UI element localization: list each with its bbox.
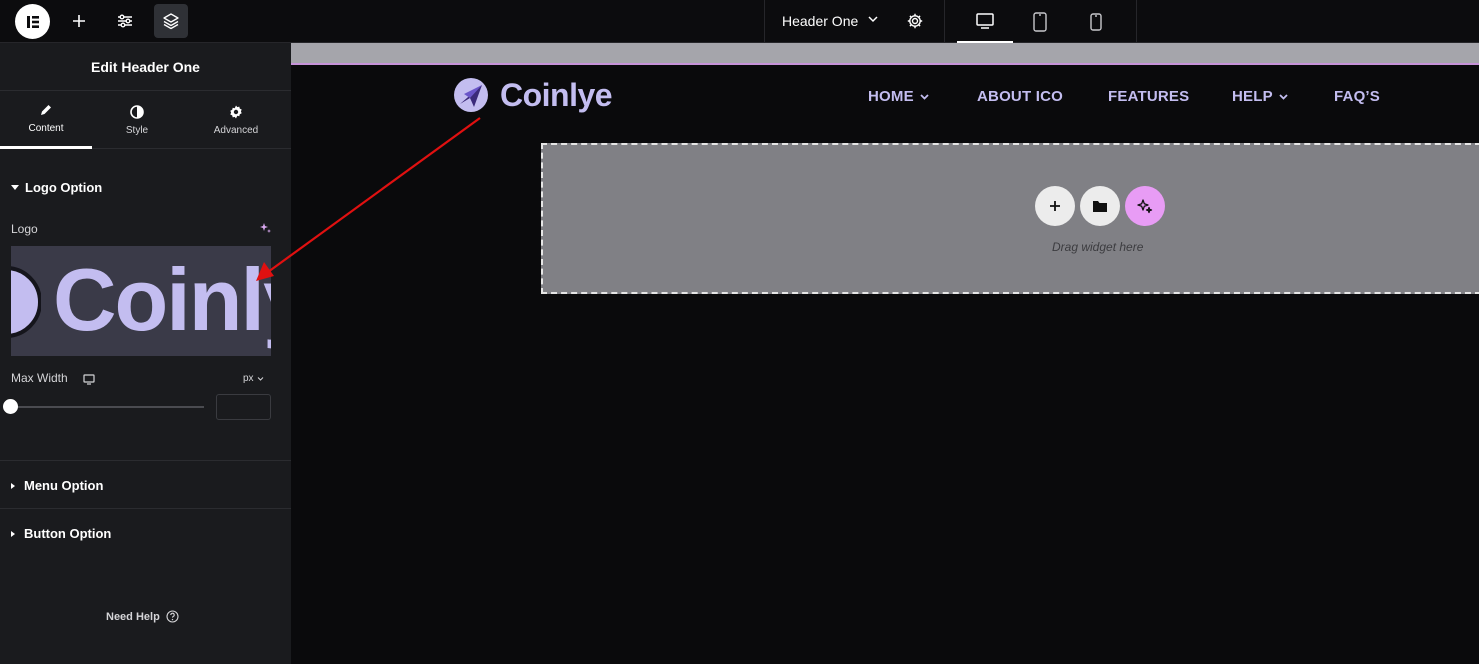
widget-drop-zone[interactable] <box>541 143 1479 294</box>
max-width-input[interactable] <box>216 394 271 420</box>
panel-title: Edit Header One <box>0 43 291 91</box>
canvas-top-strip <box>291 43 1479 63</box>
section-heading: Menu Option <box>24 478 104 493</box>
chevron-down-icon <box>1279 94 1288 100</box>
nav-item-about-ico[interactable]: ABOUT ICO <box>977 88 1063 105</box>
section-heading: Logo Option <box>25 180 103 195</box>
tab-style[interactable]: Style <box>92 91 182 149</box>
need-help-link[interactable]: Need Help <box>106 610 179 623</box>
ai-sparkle-icon[interactable] <box>259 222 272 240</box>
unit-label: px <box>243 373 254 384</box>
nav-item-features[interactable]: FEATURES <box>1108 88 1189 105</box>
section-divider <box>0 460 291 461</box>
need-help-label: Need Help <box>106 610 160 623</box>
add-template-button[interactable] <box>1080 186 1120 226</box>
unit-selector[interactable]: px <box>243 373 264 384</box>
nav-label: HELP <box>1232 88 1273 105</box>
add-element-icon[interactable] <box>62 4 96 38</box>
logo-mark-icon <box>11 266 41 338</box>
nav-label: FAQ’S <box>1334 88 1381 105</box>
site-brand-logo[interactable]: Coinlye <box>452 76 613 114</box>
elementor-logo-icon[interactable] <box>15 4 50 39</box>
chevron-down-icon <box>257 377 263 381</box>
tab-label: Advanced <box>213 124 259 136</box>
logo-image-preview[interactable]: Coinly <box>11 246 271 356</box>
tab-label: Style <box>125 124 149 136</box>
mobile-view-icon[interactable] <box>1068 0 1124 43</box>
max-width-slider-track[interactable] <box>11 406 204 408</box>
logo-preview-text: Coinly <box>53 250 271 349</box>
tab-content[interactable]: Content <box>0 91 92 149</box>
document-settings-gear-icon[interactable] <box>898 4 932 38</box>
panel-tabs: Content Style Advanced <box>0 91 291 149</box>
ai-generate-button[interactable] <box>1125 186 1165 226</box>
max-width-label: Max Width <box>11 371 68 385</box>
nav-item-home[interactable]: HOME <box>868 88 930 105</box>
tab-advanced[interactable]: Advanced <box>182 91 290 149</box>
editor-topbar: Header One <box>0 0 1479 43</box>
desktop-view-icon[interactable] <box>957 0 1013 43</box>
nav-item-faqs[interactable]: FAQ’S <box>1334 88 1380 105</box>
question-circle-icon <box>166 610 179 623</box>
coinlye-logo-mark-icon <box>454 78 488 112</box>
topbar-divider <box>944 0 945 43</box>
nav-item-help[interactable]: HELP <box>1232 88 1289 105</box>
topbar-divider <box>1136 0 1137 43</box>
chevron-down-icon[interactable] <box>866 12 880 31</box>
caret-right-icon <box>11 530 15 537</box>
caret-down-icon <box>11 185 19 190</box>
folder-icon <box>1093 201 1107 212</box>
section-divider <box>0 508 291 509</box>
editor-panel: Edit Header One Content Style Advanced L… <box>0 43 291 664</box>
plus-icon <box>1050 201 1060 211</box>
add-section-button[interactable] <box>1035 186 1075 226</box>
caret-right-icon <box>11 482 15 489</box>
logo-option-header[interactable]: Logo Option <box>11 180 102 195</box>
section-heading: Button Option <box>24 526 112 541</box>
pencil-icon <box>41 105 51 115</box>
site-settings-icon[interactable] <box>108 4 142 38</box>
button-option-header[interactable]: Button Option <box>11 526 111 541</box>
structure-layers-icon[interactable] <box>154 4 188 38</box>
desktop-responsive-icon[interactable] <box>83 372 95 390</box>
tab-label: Content <box>28 123 64 134</box>
nav-label: ABOUT ICO <box>977 88 1063 105</box>
brand-name: Coinlye <box>500 76 613 113</box>
chevron-down-icon <box>920 94 929 100</box>
max-width-slider-handle[interactable] <box>3 399 18 414</box>
drag-widget-hint: Drag widget here <box>1052 240 1144 254</box>
nav-label: HOME <box>868 88 914 105</box>
gear-icon <box>230 105 242 118</box>
menu-option-header[interactable]: Menu Option <box>11 478 103 493</box>
half-circle-contrast-icon <box>130 104 144 119</box>
document-title[interactable]: Header One <box>782 13 858 29</box>
nav-label: FEATURES <box>1108 88 1190 105</box>
logo-label: Logo <box>11 222 38 236</box>
tablet-view-icon[interactable] <box>1012 0 1068 43</box>
topbar-divider <box>764 0 765 43</box>
ai-sparkle-icon <box>1137 199 1153 214</box>
